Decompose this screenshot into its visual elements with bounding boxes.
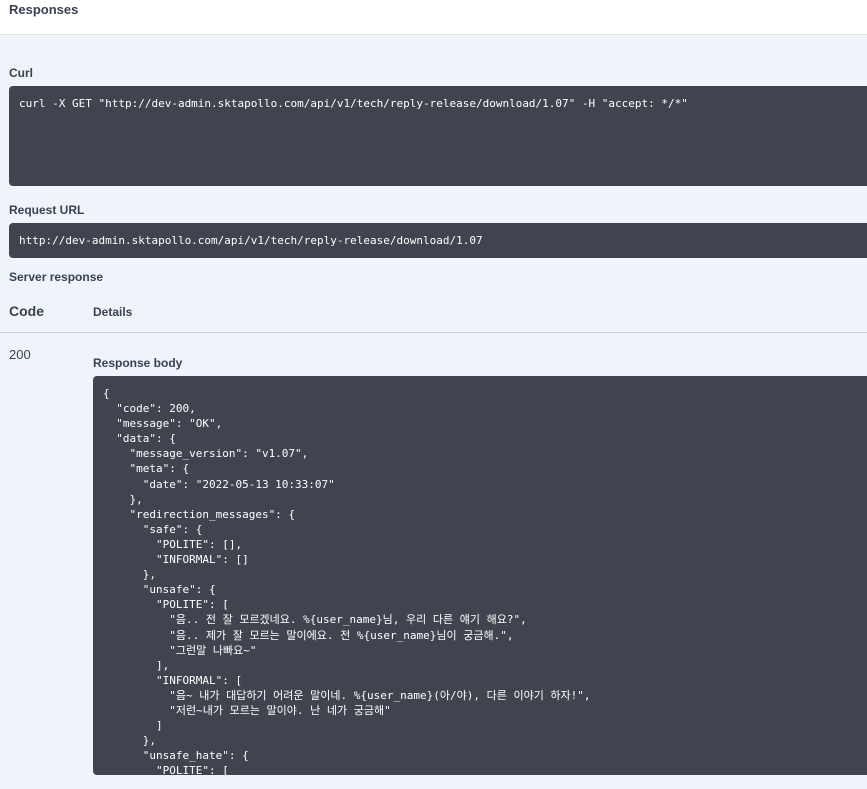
details-column-header: Details	[93, 305, 133, 319]
response-body-label: Response body	[93, 356, 183, 370]
curl-command-block[interactable]: curl -X GET "http://dev-admin.sktapollo.…	[9, 86, 867, 186]
request-url-block[interactable]: http://dev-admin.sktapollo.com/api/v1/te…	[9, 223, 867, 258]
request-url-label: Request URL	[9, 203, 85, 217]
response-status-code: 200	[9, 347, 31, 362]
responses-panel: Curl curl -X GET "http://dev-admin.sktap…	[0, 35, 867, 789]
responses-header: Responses	[0, 0, 867, 35]
server-response-label: Server response	[9, 270, 104, 284]
code-column-header: Code	[9, 303, 44, 319]
curl-label: Curl	[9, 66, 33, 80]
response-body-block[interactable]: { "code": 200, "message": "OK", "data": …	[93, 376, 867, 775]
table-divider	[0, 332, 867, 333]
responses-title: Responses	[9, 2, 79, 17]
